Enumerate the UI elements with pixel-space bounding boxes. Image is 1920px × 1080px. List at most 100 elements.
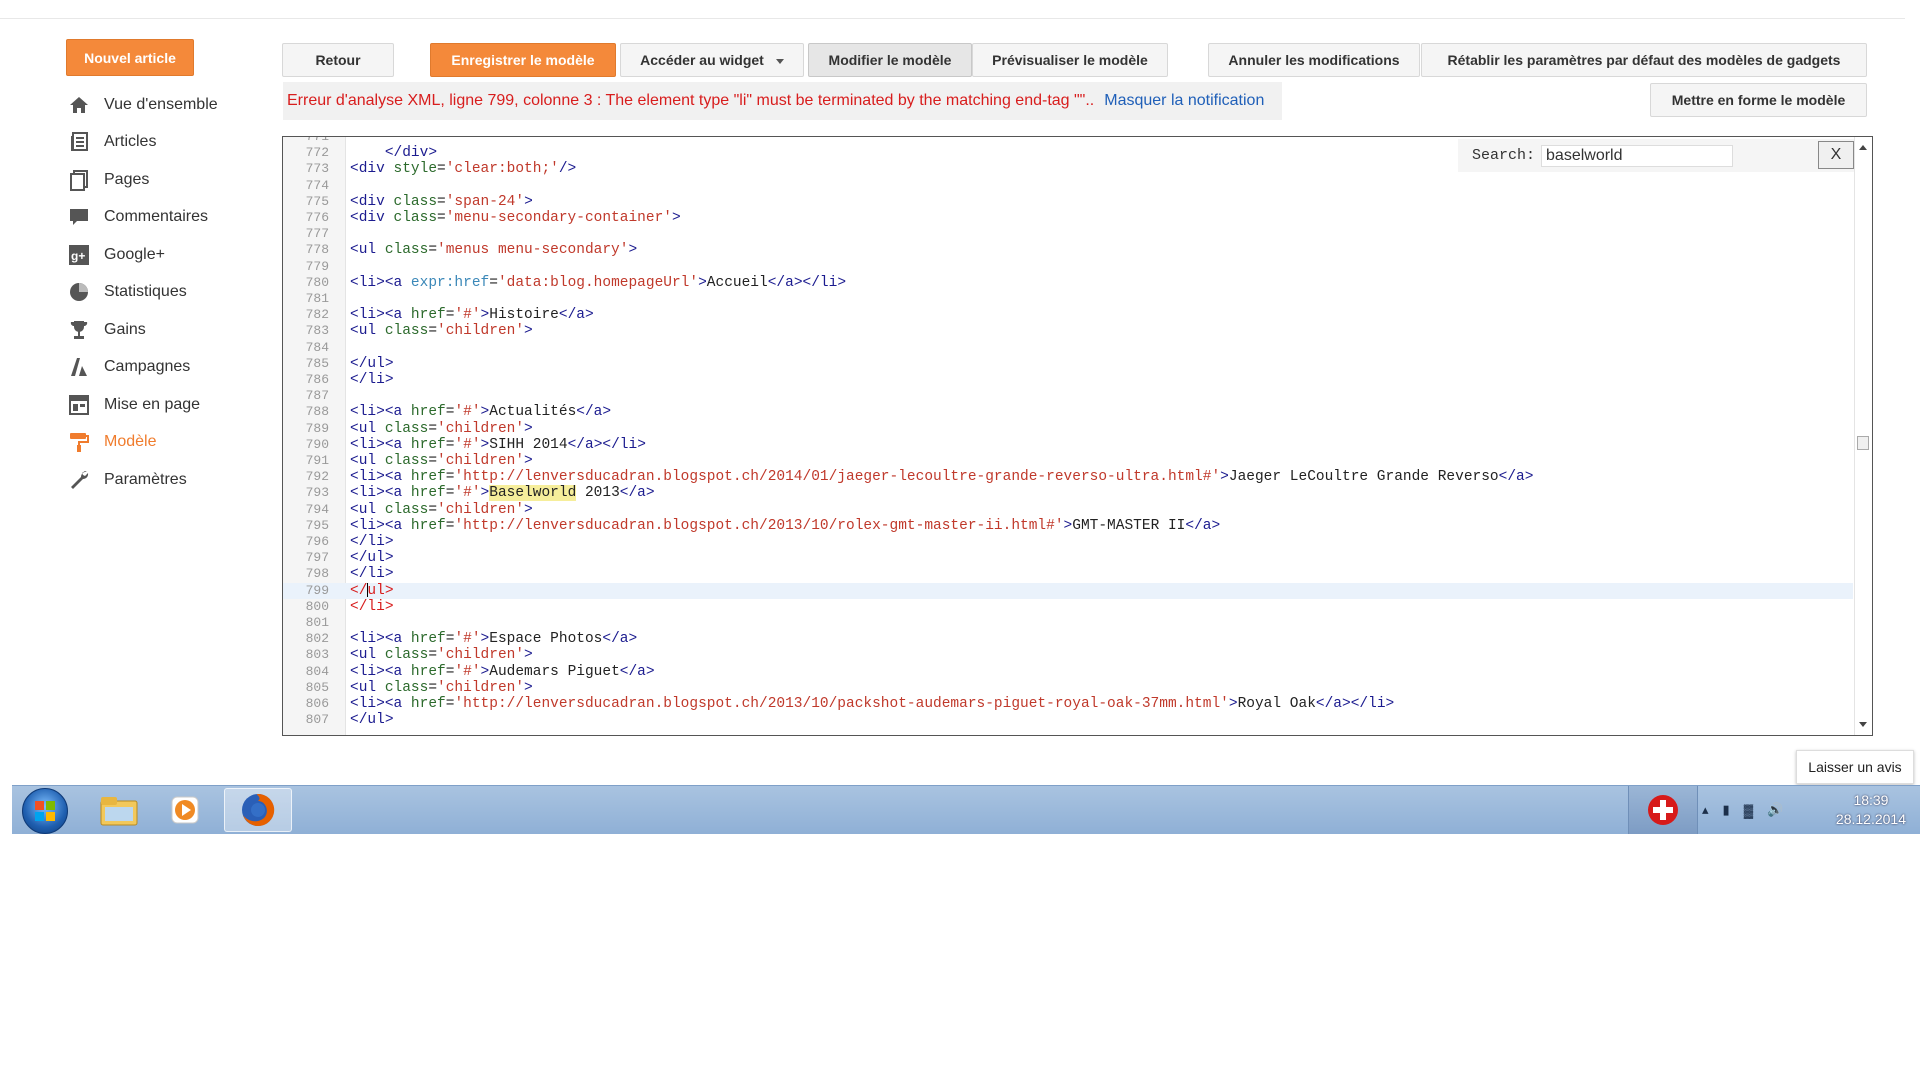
feedback-button[interactable]: Laisser un avis [1796, 750, 1914, 784]
code-line[interactable]: 802 <li><a href='#'>Espace Photos</a> [283, 631, 1853, 647]
volume-icon[interactable]: 🔊 [1767, 802, 1783, 818]
code-text: </ul> [350, 355, 394, 372]
code-line[interactable]: 779 [283, 259, 1853, 275]
widget-dropdown-label: Accéder au widget [640, 52, 764, 68]
code-text: </li> [350, 372, 394, 388]
scroll-down-arrow[interactable] [1859, 722, 1867, 727]
code-text: </li> [350, 534, 394, 550]
code-editor[interactable]: 771 772 </div> 773 <div style='clear:both;'… [282, 136, 1873, 736]
code-text: <ul class='children'> [350, 679, 533, 696]
sidebar-item-label: Commentaires [104, 208, 209, 226]
code-line[interactable]: 787 [283, 388, 1853, 404]
code-line[interactable]: 807 </ul> [283, 712, 1853, 728]
code-line[interactable]: 782 <li><a href='#'>Histoire</a> [283, 307, 1853, 323]
sidebar-item[interactable]: Articles [66, 124, 266, 162]
vertical-scrollbar[interactable] [1854, 137, 1872, 735]
code-line[interactable]: 778 <ul class='menus menu-secondary'> [283, 242, 1853, 258]
widget-dropdown-button[interactable]: Accéder au widget [620, 43, 804, 77]
code-text: <li><a href='#'>Espace Photos</a> [350, 631, 638, 648]
clock[interactable]: 18:39 28.12.2014 [1836, 791, 1906, 829]
sidebar-item[interactable]: Commentaires [66, 199, 266, 237]
code-line[interactable]: 804 <li><a href='#'>Audemars Piguet</a> [283, 664, 1853, 680]
code-line[interactable]: 774 [283, 178, 1853, 194]
sidebar-item[interactable]: Gains [66, 311, 266, 349]
code-line[interactable]: 776 <div class='menu-secondary-container'… [283, 210, 1853, 226]
code-line[interactable]: 803 <ul class='children'> [283, 647, 1853, 663]
sidebar-item[interactable]: Pages [66, 161, 266, 199]
code-line[interactable]: 798 </li> [283, 566, 1853, 582]
line-number: 796 [305, 534, 329, 549]
sidebar-item[interactable]: Modèle [66, 424, 266, 462]
reset-gadgets-button[interactable]: Rétablir les paramètres par défaut des m… [1421, 43, 1867, 77]
code-text: <li><a href='http://lenversducadran.blog… [350, 517, 1221, 534]
code-line[interactable]: 792 <li><a href='http://lenversducadran.b… [283, 469, 1853, 485]
tray-app-icon[interactable] [1628, 786, 1698, 834]
sidebar-item[interactable]: Campagnes [66, 349, 266, 387]
code-line[interactable]: 780 <li><a expr:href='data:blog.homepageU… [283, 275, 1853, 291]
articles-icon [66, 129, 92, 155]
code-text: <li><a href='#'>Histoire</a> [350, 307, 594, 324]
sidebar-item-label: Paramètres [104, 470, 187, 488]
code-text: </ul> [350, 712, 394, 729]
pages-icon [66, 167, 92, 193]
code-line[interactable]: 789 <ul class='children'> [283, 421, 1853, 437]
system-tray: ▴ ▮ ▓ 🔊 [1702, 786, 1783, 834]
show-hidden-icons-icon[interactable]: ▴ [1702, 802, 1709, 818]
close-search-button[interactable]: X [1818, 141, 1854, 169]
new-post-button[interactable]: Nouvel article [66, 39, 194, 76]
wrench-icon [66, 467, 92, 493]
code-line[interactable]: 785 </ul> [283, 356, 1853, 372]
sidebar-item[interactable]: Vue d'ensemble [66, 86, 266, 124]
save-template-button[interactable]: Enregistrer le modèle [430, 43, 616, 77]
start-button[interactable] [22, 788, 68, 834]
sidebar-item[interactable]: Statistiques [66, 274, 266, 312]
code-line[interactable]: 784 [283, 340, 1853, 356]
code-line[interactable]: 805 <ul class='children'> [283, 680, 1853, 696]
comment-icon [66, 204, 92, 230]
code-line[interactable]: 793 <li><a href='#'>Baselworld 2013</a> [283, 485, 1853, 502]
edit-template-button[interactable]: Modifier le modèle [808, 43, 972, 77]
scroll-up-arrow[interactable] [1859, 145, 1867, 150]
code-line[interactable]: 799 </ul> [283, 582, 1853, 599]
firefox-icon[interactable] [224, 788, 292, 832]
preview-template-button[interactable]: Prévisualiser le modèle [972, 43, 1168, 77]
code-line[interactable]: 791 <ul class='children'> [283, 453, 1853, 469]
line-number: 797 [305, 550, 329, 566]
code-line[interactable]: 786 </li> [283, 372, 1853, 388]
sidebar-item[interactable]: Paramètres [66, 461, 266, 499]
code-text: <li><a href='http://lenversducadran.blog… [350, 696, 1395, 712]
format-template-button[interactable]: Mettre en forme le modèle [1650, 83, 1867, 117]
code-line[interactable]: 800 </li> [283, 599, 1853, 615]
search-input[interactable]: baselworld [1541, 144, 1734, 167]
line-number: 801 [305, 615, 329, 630]
media-player-icon[interactable] [158, 788, 212, 832]
line-number: 782 [305, 307, 329, 323]
sidebar-item[interactable]: Mise en page [66, 386, 266, 424]
code-line[interactable]: 806 <li><a href='http://lenversducadran.b… [283, 696, 1853, 712]
code-line[interactable]: 788 <li><a href='#'>Actualités</a> [283, 404, 1853, 420]
text-cursor [367, 582, 369, 597]
network-icon[interactable]: ▓ [1744, 803, 1753, 818]
code-line[interactable]: 777 [283, 226, 1853, 242]
battery-icon[interactable]: ▮ [1723, 802, 1730, 818]
explorer-icon[interactable] [92, 788, 146, 832]
code-line[interactable]: 797 </ul> [283, 550, 1853, 566]
sidebar-item[interactable]: g+ Google+ [66, 236, 266, 274]
code-text: <ul class='children'> [350, 323, 533, 340]
line-number: 779 [305, 258, 329, 274]
line-number: 790 [305, 436, 329, 452]
code-line[interactable]: 801 [283, 615, 1853, 631]
code-text: <div class='menu-secondary-container'> [350, 210, 681, 226]
code-line[interactable]: 796 </li> [283, 534, 1853, 550]
line-number: 784 [305, 339, 329, 355]
back-button[interactable]: Retour [282, 43, 394, 77]
code-line[interactable]: 775 <div class='span-24'> [283, 194, 1853, 210]
code-line[interactable]: 783 <ul class='children'> [283, 323, 1853, 339]
scroll-thumb[interactable] [1857, 436, 1869, 450]
hide-notification-link[interactable]: Masquer la notification [1104, 92, 1264, 110]
code-line[interactable]: 790 <li><a href='#'>SIHH 2014</a></li> [283, 437, 1853, 453]
code-line[interactable]: 794 <ul class='children'> [283, 502, 1853, 518]
cancel-changes-button[interactable]: Annuler les modifications [1208, 43, 1420, 77]
code-line[interactable]: 781 [283, 291, 1853, 307]
code-line[interactable]: 795 <li><a href='http://lenversducadran.b… [283, 518, 1853, 534]
